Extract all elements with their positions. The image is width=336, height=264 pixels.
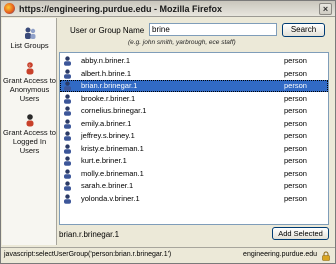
person-icon [64,143,71,154]
list-item[interactable]: brooke.r.briner.1 person [60,93,328,105]
person-icon [64,106,71,116]
list-item-name: jeffrey.s.briney.1 [81,131,135,140]
person-icon [64,168,71,179]
lock-icon [322,251,330,261]
list-item-name: kurt.e.briner.1 [81,156,127,165]
list-item[interactable]: yolonda.v.briner.1 person [60,193,328,205]
search-button[interactable]: Search [282,23,325,37]
list-item-type: person [284,68,307,78]
list-item-type: person [284,81,307,90]
list-item[interactable]: brian.r.brinegar.1 person [60,80,328,92]
list-item-type: person [284,181,307,190]
list-item-type: person [284,143,307,153]
anonymous-users-icon: ? [26,62,33,75]
list-item-name: emily.a.briner.1 [81,118,132,128]
list-item-name: sarah.e.briner.1 [81,181,134,190]
sidebar-item-label: Grant Access to Anonymous Users [3,76,56,103]
main-panel: User or Group Name Search (e.g. john smi… [58,18,335,245]
close-button[interactable]: × [319,3,332,15]
list-item-name: cornelius.brinegar.1 [81,106,147,115]
list-item[interactable]: molly.e.brineman.1 person [60,168,328,180]
list-item-name: yolonda.v.briner.1 [81,193,140,203]
person-icon [64,68,71,79]
person-icon [64,93,71,104]
list-item[interactable]: emily.a.briner.1 person [60,118,328,130]
search-input[interactable] [149,23,277,36]
firefox-icon [4,3,15,14]
person-icon [64,118,71,129]
list-item-type: person [284,131,307,140]
list-item-type: person [284,168,307,178]
add-selected-button[interactable]: Add Selected [272,227,329,240]
sidebar-item-label: Grant Access to Logged In Users [3,128,56,155]
list-item[interactable]: jeffrey.s.briney.1 person [60,130,328,142]
sidebar-item-list-groups[interactable]: List Groups [2,26,57,50]
selected-value: brian.r.brinegar.1 [59,230,120,239]
list-item-name: albert.h.brine.1 [81,68,132,78]
status-domain: engineering.purdue.edu [243,251,317,258]
person-icon [64,193,71,204]
list-item-type: person [284,56,307,65]
status-bar: javascript:selectUserGroup('person:brian… [1,247,335,263]
browser-window: https://engineering.purdue.edu - Mozilla… [0,0,336,264]
sidebar-item-anonymous-users[interactable]: ? Grant Access to Anonymous Users [2,61,57,103]
search-hint: (e.g. john smith, yarbrough, ece staff) [128,39,236,46]
list-item-name: molly.e.brineman.1 [81,168,144,178]
list-item[interactable]: sarah.e.briner.1 person [60,180,328,192]
list-item-type: person [284,193,307,203]
list-item[interactable]: kristy.e.brineman.1 person [60,143,328,155]
window-title: https://engineering.purdue.edu - Mozilla… [19,3,223,14]
list-item-name: brooke.r.briner.1 [81,93,136,103]
sidebar-item-label: List Groups [10,41,49,50]
person-icon [64,81,71,91]
sidebar: List Groups ? Grant Access to Anonymous … [2,18,57,245]
results-list[interactable]: abby.n.briner.1 person albert.h.brine.1 per… [59,52,329,225]
person-icon [64,131,71,141]
list-item-name: brian.r.brinegar.1 [81,81,138,90]
list-item-type: person [284,106,307,115]
list-item-type: person [284,93,307,103]
list-item-type: person [284,156,307,165]
list-item-name: abby.n.briner.1 [81,56,131,65]
person-icon [64,181,71,191]
list-item[interactable]: cornelius.brinegar.1 person [60,105,328,117]
list-item-name: kristy.e.brineman.1 [81,143,144,153]
list-item-type: person [284,118,307,128]
status-link-text: javascript:selectUserGroup('person:brian… [4,251,172,258]
search-label: User or Group Name [70,26,145,35]
logged-in-users-icon [26,114,33,127]
sidebar-item-logged-in-users[interactable]: Grant Access to Logged In Users [2,113,57,155]
person-icon [64,156,71,166]
list-item[interactable]: abby.n.briner.1 person [60,55,328,67]
list-item[interactable]: kurt.e.briner.1 person [60,155,328,167]
title-bar: https://engineering.purdue.edu - Mozilla… [1,1,335,17]
list-item[interactable]: albert.h.brine.1 person [60,68,328,80]
group-icon [24,27,35,39]
person-icon [64,56,71,66]
